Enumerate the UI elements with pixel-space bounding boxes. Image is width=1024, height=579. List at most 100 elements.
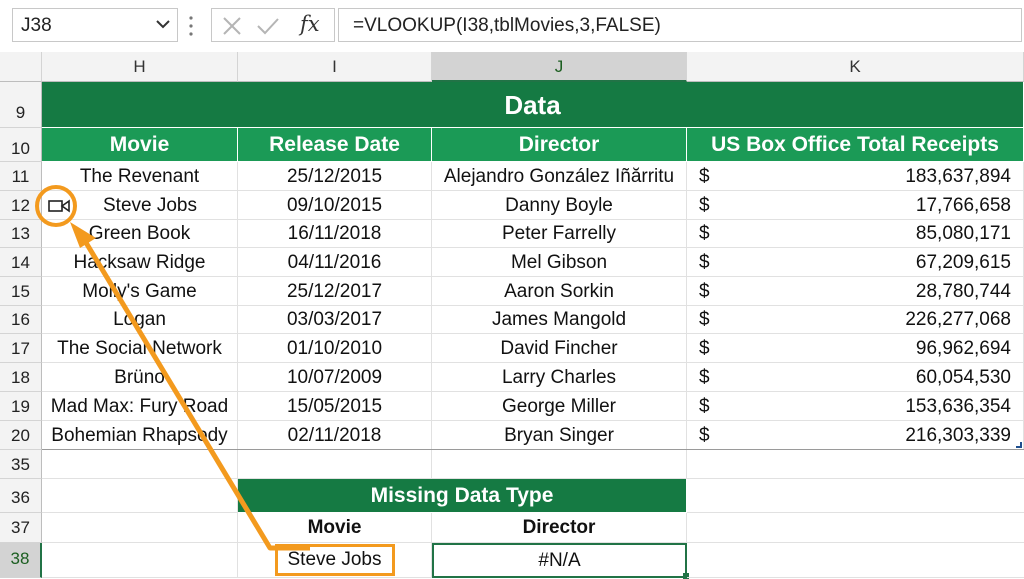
missing-table-title[interactable]: Missing Data Type <box>238 479 687 513</box>
currency-symbol: $ <box>699 195 710 216</box>
cell-director[interactable]: David Fincher <box>432 334 687 363</box>
header-director[interactable]: Director <box>432 128 687 162</box>
row-header-35[interactable]: 35 <box>0 450 42 479</box>
empty-cell[interactable] <box>687 479 1024 513</box>
row-header-16[interactable]: 16 <box>0 306 42 334</box>
cell-director[interactable]: Aaron Sorkin <box>432 277 687 306</box>
cell-date[interactable]: 03/03/2017 <box>238 306 432 334</box>
selected-cell-j38[interactable]: #N/A <box>432 543 687 578</box>
currency-symbol: $ <box>699 396 710 417</box>
formula-input[interactable]: =VLOOKUP(I38,tblMovies,3,FALSE) <box>338 8 1022 42</box>
cell-date[interactable]: 25/12/2017 <box>238 277 432 306</box>
cell-date[interactable]: 09/10/2015 <box>238 191 432 220</box>
column-header-h[interactable]: H <box>42 52 238 82</box>
receipts-value: 60,054,530 <box>915 367 1011 388</box>
row-header-17[interactable]: 17 <box>0 334 42 363</box>
row-header-10[interactable]: 10 <box>0 128 42 162</box>
empty-cell[interactable] <box>42 513 238 543</box>
cell-director[interactable]: Danny Boyle <box>432 191 687 220</box>
cell-receipts[interactable]: $67,209,615 <box>687 248 1024 277</box>
cell-movie[interactable]: Green Book <box>42 220 238 248</box>
row-header-19[interactable]: 19 <box>0 392 42 421</box>
select-all-corner[interactable] <box>0 52 42 82</box>
row-header-14[interactable]: 14 <box>0 248 42 277</box>
empty-cell[interactable] <box>432 450 687 479</box>
row-header-15[interactable]: 15 <box>0 277 42 306</box>
empty-cell[interactable] <box>42 479 238 513</box>
cell-date[interactable]: 16/11/2018 <box>238 220 432 248</box>
cell-date[interactable]: 01/10/2010 <box>238 334 432 363</box>
cell-director[interactable]: Alejandro González Iñărritu <box>432 162 687 191</box>
row-header-38[interactable]: 38 <box>0 543 42 578</box>
cell-receipts[interactable]: $85,080,171 <box>687 220 1024 248</box>
missing-header-movie[interactable]: Movie <box>238 513 432 543</box>
cell-receipts[interactable]: $226,277,068 <box>687 306 1024 334</box>
header-box-office[interactable]: US Box Office Total Receipts <box>687 128 1024 162</box>
row-header-20[interactable]: 20 <box>0 421 42 450</box>
formula-text: =VLOOKUP(I38,tblMovies,3,FALSE) <box>353 15 661 36</box>
cell-director[interactable]: Peter Farrelly <box>432 220 687 248</box>
cell-date[interactable]: 15/05/2015 <box>238 392 432 421</box>
column-header-i[interactable]: I <box>238 52 432 82</box>
cell-director[interactable]: James Mangold <box>432 306 687 334</box>
cell-director[interactable]: Bryan Singer <box>432 421 687 450</box>
cell-movie[interactable]: Steve Jobs <box>42 191 238 220</box>
cell-date[interactable]: 04/11/2016 <box>238 248 432 277</box>
empty-cell[interactable] <box>687 450 1024 479</box>
row-header-36[interactable]: 36 <box>0 479 42 513</box>
cell-receipts[interactable]: $17,766,658 <box>687 191 1024 220</box>
name-box[interactable]: J38 <box>12 8 178 42</box>
data-table-title: Data <box>42 82 1024 128</box>
x-icon[interactable] <box>222 16 242 36</box>
row-header-12[interactable]: 12 <box>0 191 42 220</box>
column-header-k[interactable]: K <box>687 52 1024 82</box>
header-movie[interactable]: Movie <box>42 128 238 162</box>
receipts-value: 183,637,894 <box>905 166 1011 187</box>
empty-cell[interactable] <box>687 513 1024 543</box>
cell-receipts[interactable]: $60,054,530 <box>687 363 1024 392</box>
cell-date[interactable]: 10/07/2009 <box>238 363 432 392</box>
receipts-value: 153,636,354 <box>905 396 1011 417</box>
cell-movie[interactable]: Mad Max: Fury Road <box>42 392 238 421</box>
cell-movie[interactable]: Hacksaw Ridge <box>42 248 238 277</box>
missing-movie-cell[interactable]: Steve Jobs <box>238 543 432 578</box>
cell-movie[interactable]: The Revenant <box>42 162 238 191</box>
cell-director[interactable]: Mel Gibson <box>432 248 687 277</box>
empty-cell[interactable] <box>42 543 238 578</box>
cell-movie[interactable]: Bohemian Rhapsody <box>42 421 238 450</box>
receipts-value: 28,780,744 <box>915 281 1011 302</box>
cell-receipts[interactable]: $96,962,694 <box>687 334 1024 363</box>
row-header-11[interactable]: 11 <box>0 162 42 191</box>
row-header-37[interactable]: 37 <box>0 513 42 543</box>
cell-movie[interactable]: Brüno <box>42 363 238 392</box>
cell-movie[interactable]: Molly's Game <box>42 277 238 306</box>
column-header-j[interactable]: J <box>432 52 687 82</box>
empty-cell[interactable] <box>687 543 1024 578</box>
receipts-value: 226,277,068 <box>905 309 1011 330</box>
empty-cell[interactable] <box>42 450 238 479</box>
cell-receipts[interactable]: $183,637,894 <box>687 162 1024 191</box>
formula-bar: J38 fx =VLOOKUP(I38,tblMovies,3,FALSE) <box>0 0 1024 53</box>
chevron-down-icon[interactable] <box>155 14 171 34</box>
fx-icon[interactable]: fx <box>300 12 320 36</box>
cell-receipts[interactable]: $216,303,339 <box>687 421 1024 450</box>
check-icon[interactable] <box>256 16 280 36</box>
row-header-13[interactable]: 13 <box>0 220 42 248</box>
missing-header-director[interactable]: Director <box>432 513 687 543</box>
row-header-18[interactable]: 18 <box>0 363 42 392</box>
cell-director[interactable]: Larry Charles <box>432 363 687 392</box>
drag-handle-icon[interactable] <box>188 14 194 38</box>
cell-receipts[interactable]: $28,780,744 <box>687 277 1024 306</box>
cell-movie[interactable]: The Social Network <box>42 334 238 363</box>
movie-lookup-value: Steve Jobs <box>274 544 395 576</box>
cell-date[interactable]: 02/11/2018 <box>238 421 432 450</box>
table-resize-handle[interactable] <box>1016 442 1022 448</box>
receipts-value: 17,766,658 <box>915 195 1011 216</box>
cell-director[interactable]: George Miller <box>432 392 687 421</box>
row-header-9[interactable]: 9 <box>0 82 42 128</box>
empty-cell[interactable] <box>238 450 432 479</box>
header-release-date[interactable]: Release Date <box>238 128 432 162</box>
cell-movie[interactable]: Logan <box>42 306 238 334</box>
cell-receipts[interactable]: $153,636,354 <box>687 392 1024 421</box>
cell-date[interactable]: 25/12/2015 <box>238 162 432 191</box>
